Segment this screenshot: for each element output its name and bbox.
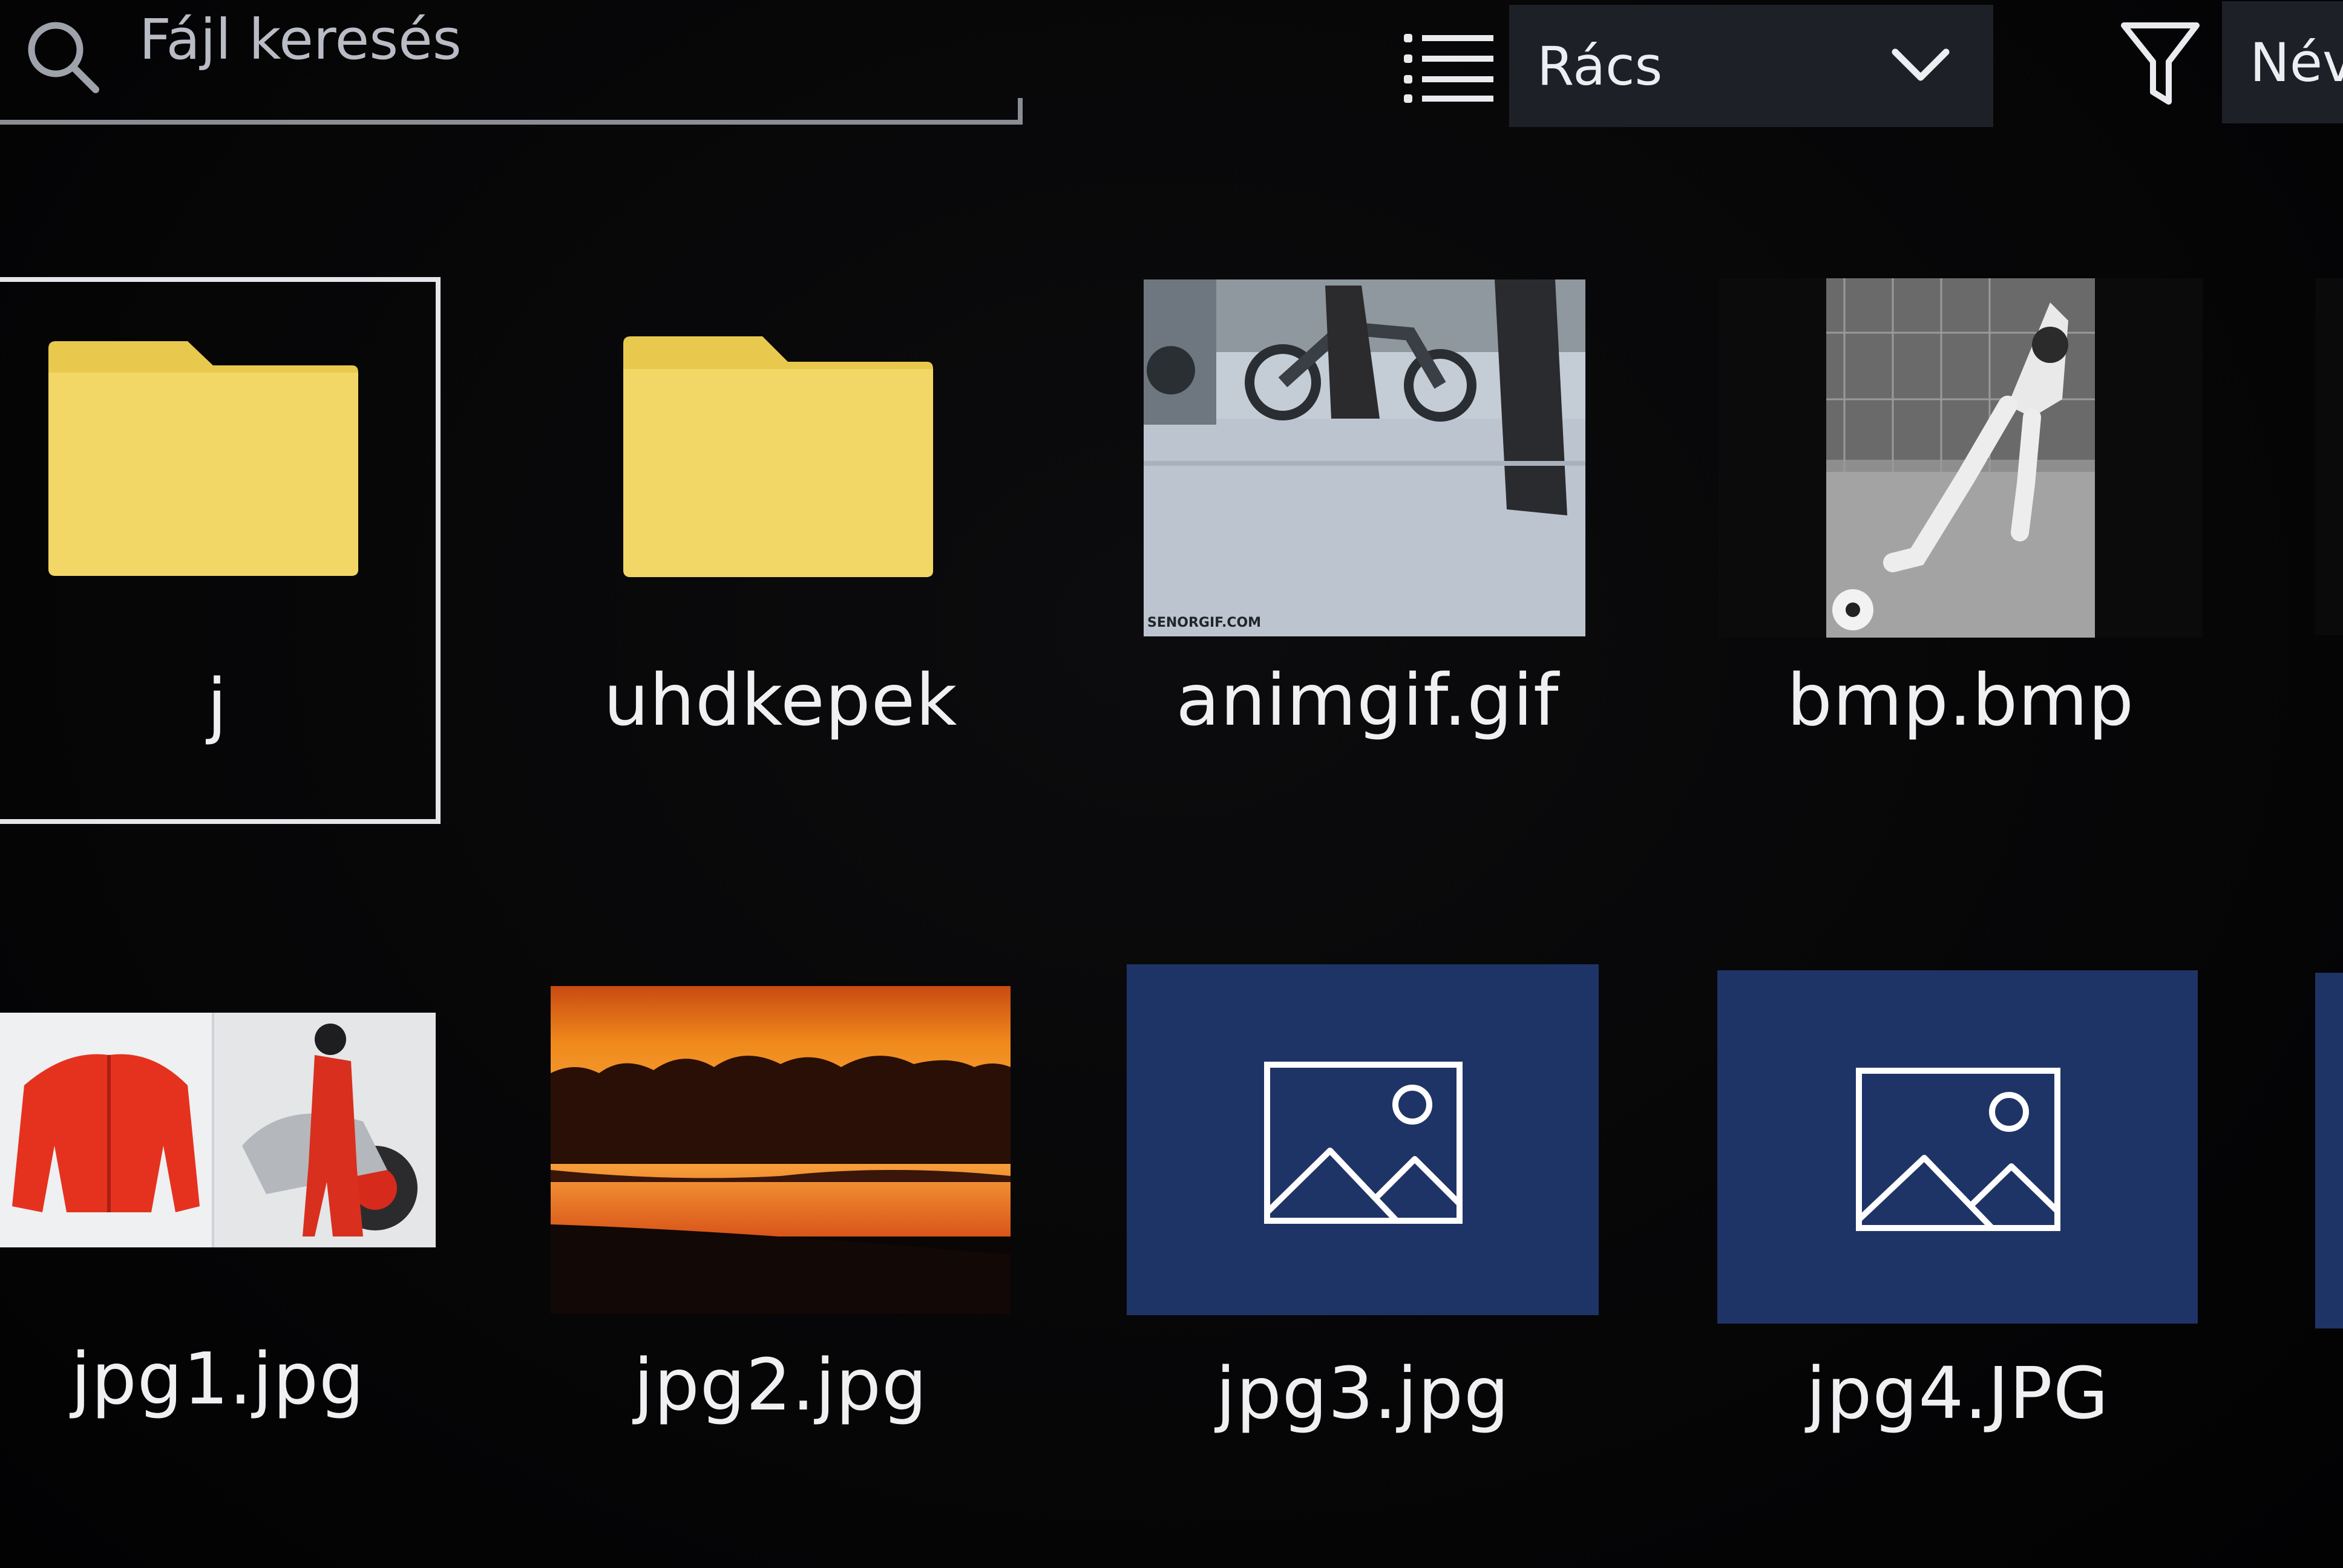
image-thumbnail [0,1013,436,1247]
image-placeholder-icon [1264,1062,1463,1224]
image-thumbnail: SENORGIF.COM [1144,279,1585,636]
file-browser-screen: Rács Név j uhdkepek [0,0,2343,1568]
file-name: jpg1.jpg [71,1337,365,1420]
file-name: jpg3.jpg [1216,1351,1510,1435]
watermark-text: SENORGIF.COM [1147,615,1261,630]
folder-icon [48,341,358,576]
image-placeholder-icon [1856,1068,2060,1231]
file-name: jpg2.jpg [634,1343,928,1426]
file-tile-animgif[interactable]: SENORGIF.COM animgif.gif [1126,277,1610,824]
search-underline-tick [1018,98,1023,125]
file-tile-bmp[interactable]: bmp.bmp [1719,277,2203,824]
search-bar [0,0,1023,128]
chevron-down-icon [1892,48,1950,81]
file-tile-jpg1[interactable]: jpg1.jpg [0,956,442,1452]
image-thumbnail [551,982,1011,1314]
folder-tile-j[interactable]: j [0,277,441,824]
view-mode-label: Rács [1537,34,1663,97]
image-thumbnail [1826,278,2095,638]
sort-dropdown[interactable]: Név [2222,1,2343,123]
sort-label: Név [2250,31,2343,94]
file-name: uhdkepek [603,658,958,742]
file-tile-jpg3[interactable]: jpg3.jpg [1127,964,1599,1460]
list-view-icon[interactable] [1404,31,1495,104]
image-placeholder [1127,964,1599,1315]
file-tile-jpg4[interactable]: jpg4.JPG [1717,970,2198,1466]
file-name: animgif.gif [1176,658,1559,742]
file-tile-jpg2[interactable]: jpg2.jpg [545,956,1017,1452]
filter-icon[interactable] [2118,18,2203,109]
partial-tile-edge [2315,278,2343,635]
folder-icon [623,336,933,577]
file-name: jpg4.JPG [1806,1351,2109,1435]
search-input[interactable] [139,0,986,79]
image-placeholder [1717,970,2198,1324]
search-underline [0,120,1023,125]
file-name: bmp.bmp [1786,658,2134,742]
search-icon[interactable] [23,17,102,96]
file-name: j [207,663,228,746]
view-mode-dropdown[interactable]: Rács [1509,5,1993,127]
partial-tile-edge [2315,973,2343,1328]
folder-tile-uhdkepek[interactable]: uhdkepek [532,277,1029,824]
